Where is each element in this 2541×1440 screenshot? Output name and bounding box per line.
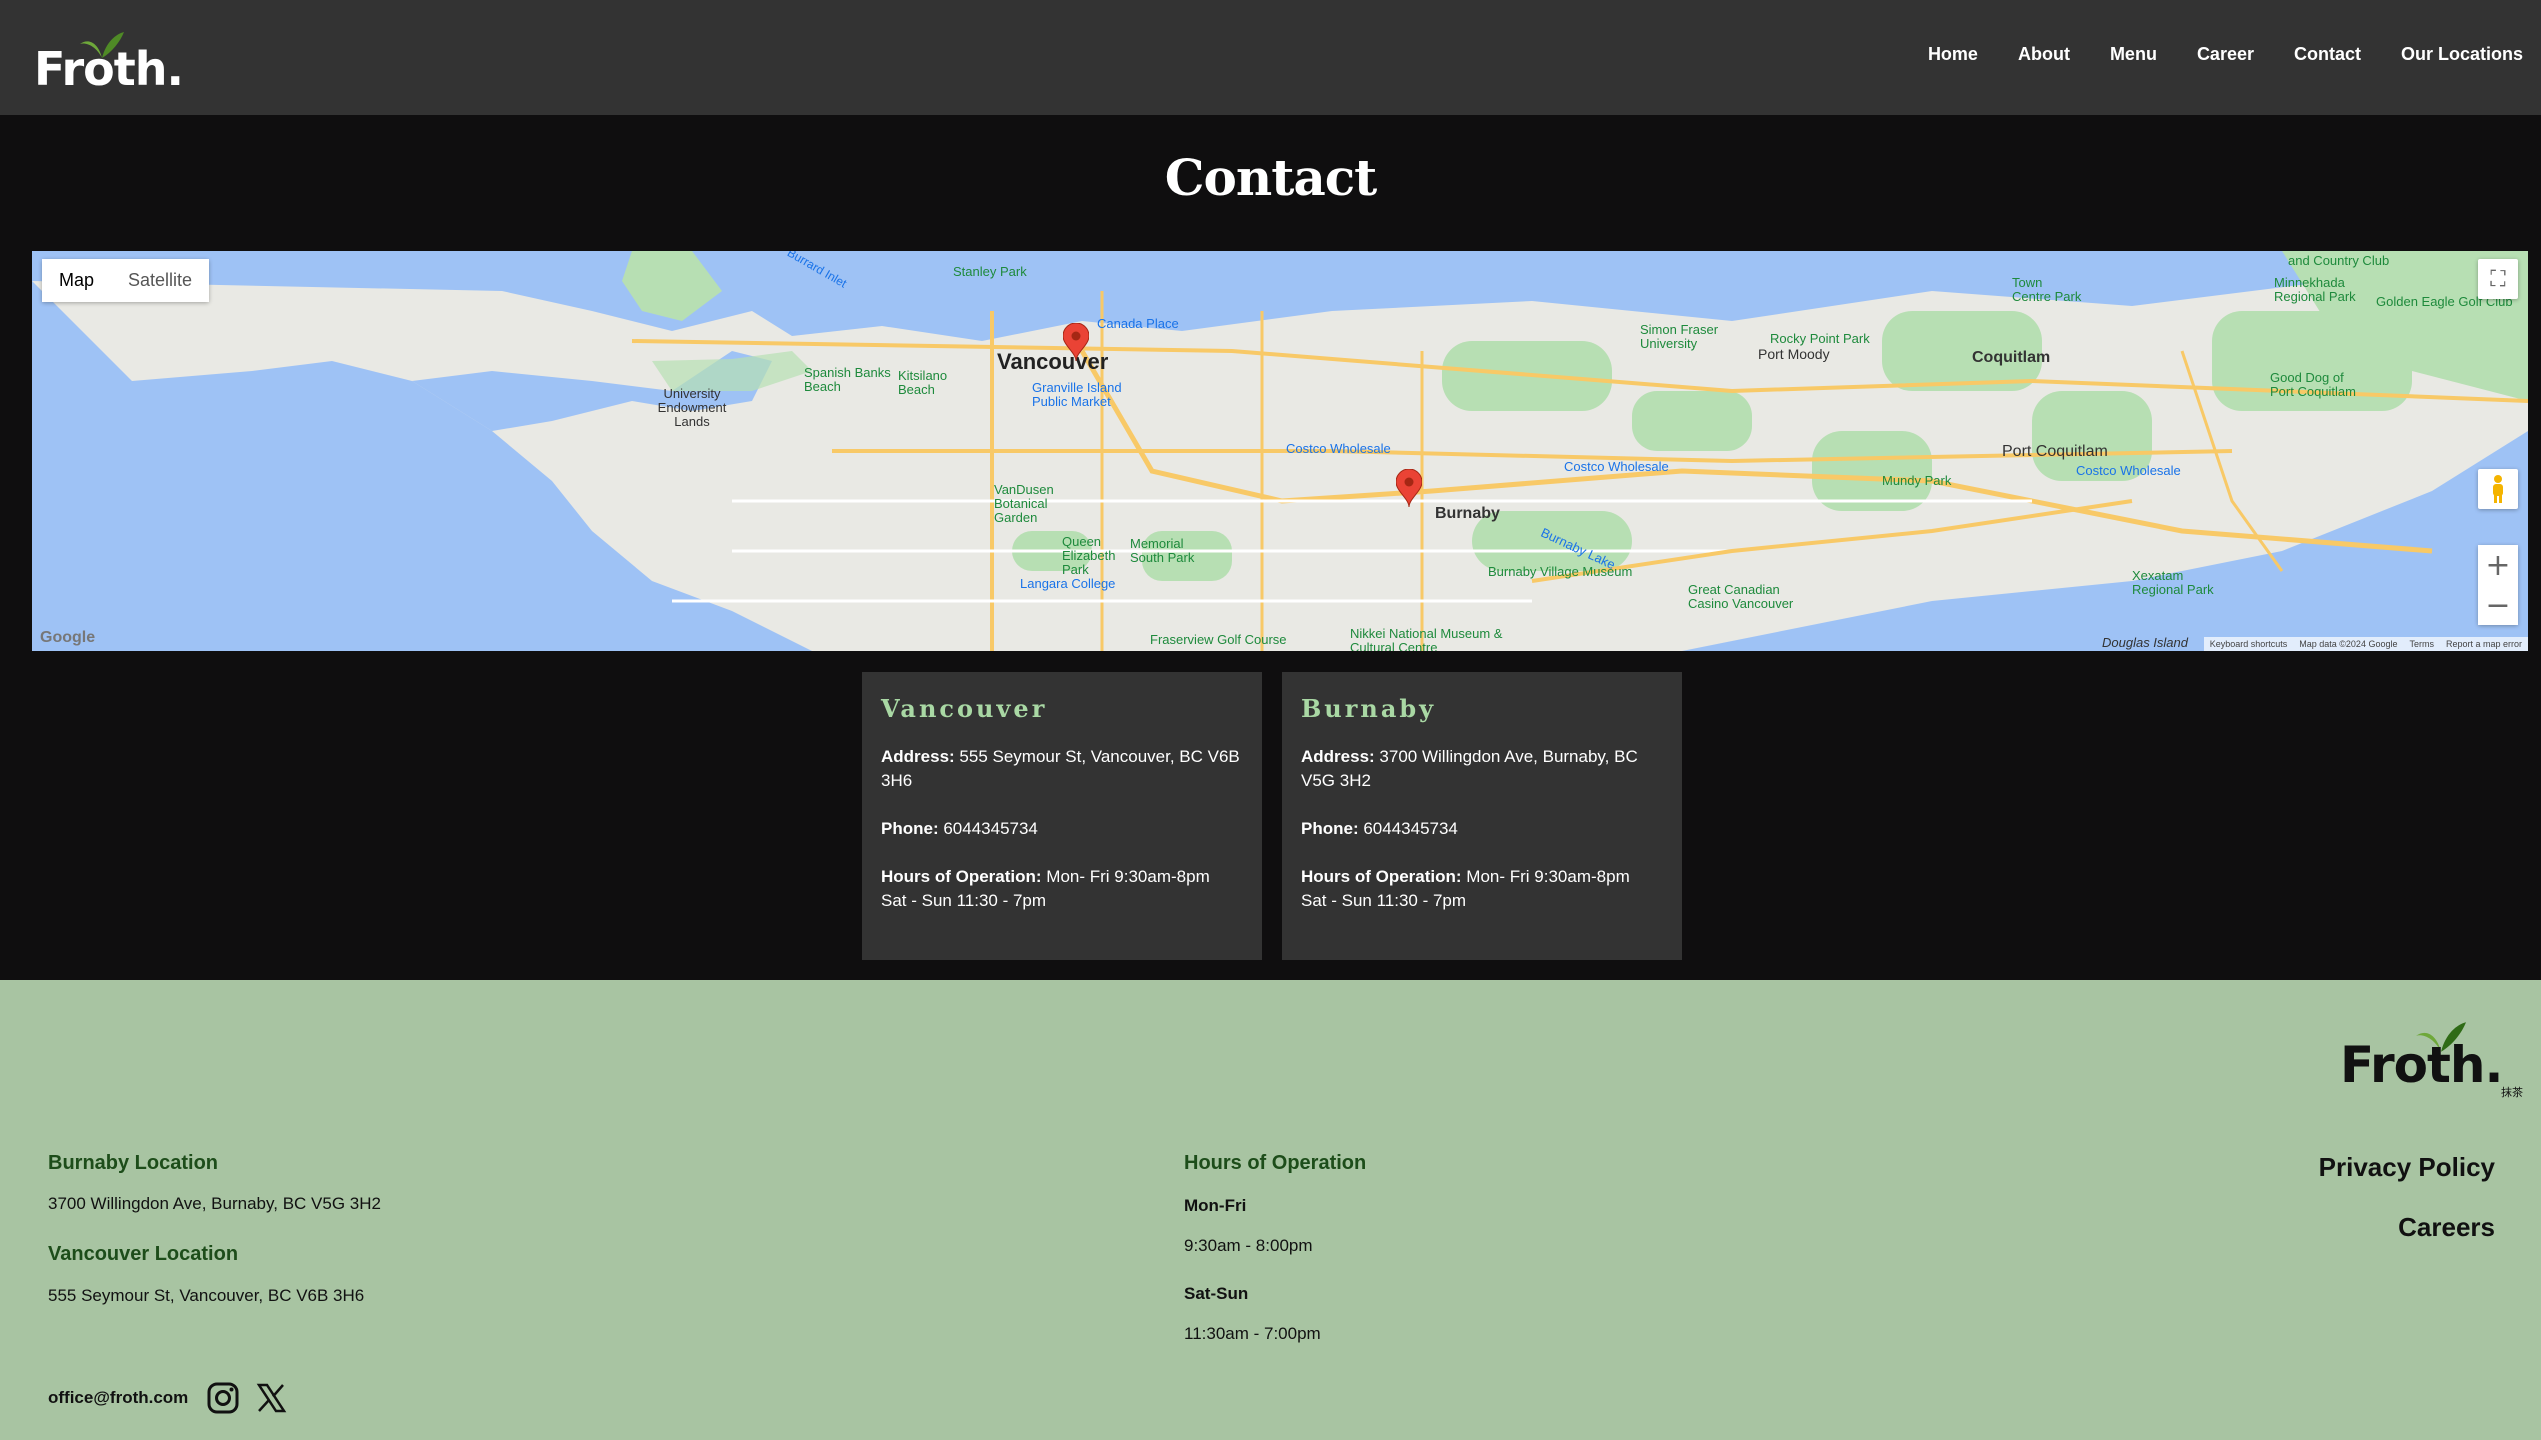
location-name: Vancouver (881, 694, 1048, 723)
pegman-icon[interactable] (2478, 469, 2518, 509)
map-label-burnaby: Burnaby (1435, 505, 1500, 522)
footer-weekend-label: Sat-Sun (1184, 1284, 1249, 1303)
brand-logo[interactable]: Froth. (34, 32, 184, 96)
footer-burnaby-heading: Burnaby Location (48, 1152, 219, 1174)
location-name: Burnaby (1301, 694, 1437, 723)
location-card-vancouver: Vancouver Address: 555 Seymour St, Vanco… (862, 672, 1262, 960)
terms-link[interactable]: Terms (2409, 639, 2434, 649)
google-map[interactable]: Map Satellite Vancouver Burnaby Coquitla… (32, 251, 2528, 651)
map-label-good-dog: Good Dog of Port Coquitlam (2270, 370, 2356, 399)
site-header: Froth. Home About Menu Career Contact Ou… (0, 0, 2541, 115)
nav-our-locations[interactable]: Our Locations (2401, 44, 2523, 65)
instagram-icon[interactable] (206, 1381, 240, 1415)
map-label-mundy-park: Mundy Park (1882, 473, 1952, 488)
map-label-town-centre: Town Centre Park (2012, 275, 2082, 304)
footer-weekend-hours: 11:30am - 7:00pm (1184, 1324, 1321, 1343)
map-label-memorial-park: Memorial South Park (1130, 536, 1195, 565)
map-label-costco-1: Costco Wholesale (1286, 441, 1391, 456)
map-pin-burnaby[interactable] (1396, 469, 1422, 507)
map-attribution: Keyboard shortcuts Map data ©2024 Google… (2203, 637, 2528, 651)
map-label-burnaby-village: Burnaby Village Museum (1488, 564, 1633, 579)
map-label-granville: Granville Island Public Market (1032, 380, 1122, 409)
map-label-stanley-park: Stanley Park (953, 264, 1027, 279)
map-pin-vancouver[interactable] (1063, 323, 1089, 361)
privacy-policy-link[interactable]: Privacy Policy (2319, 1152, 2495, 1183)
map-label-coquitlam: Coquitlam (1972, 349, 2051, 366)
map-label-canada-place: Canada Place (1097, 316, 1179, 331)
keyboard-shortcuts-link[interactable]: Keyboard shortcuts (2210, 639, 2288, 649)
map-label-nikkei: Nikkei National Museum & Cultural Centre (1350, 626, 1503, 652)
map-type-control: Map Satellite (42, 259, 210, 302)
map-label-xexatam: Xexatam Regional Park (2132, 568, 2214, 597)
x-icon[interactable] (254, 1381, 288, 1415)
zoom-control: + − (2478, 545, 2518, 625)
map-label-minnekhada: Minnekhada Regional Park (2274, 275, 2356, 304)
map-label-langara: Langara College (1020, 576, 1116, 591)
footer-hours-heading: Hours of Operation (1184, 1152, 1367, 1174)
map-label-fraserview: Fraserview Golf Course (1150, 632, 1287, 647)
map-label-rocky-point: Rocky Point Park (1770, 331, 1870, 346)
map-type-map-button[interactable]: Map (42, 259, 112, 302)
page-title: Contact (1164, 148, 1378, 207)
map-label-country-club: and Country Club (2288, 253, 2390, 268)
map-label-spanish-banks: Spanish Banks Beach (804, 365, 891, 394)
footer-weekday-label: Mon-Fri (1184, 1196, 1247, 1215)
map-label-costco-2: Costco Wholesale (1564, 459, 1669, 474)
map-label-casino: Great Canadian Casino Vancouver (1688, 582, 1794, 611)
map-label-sfu: Simon Fraser University (1640, 322, 1719, 351)
zoom-out-icon[interactable]: − (2478, 585, 2518, 625)
map-label-ubc: University Endowment Lands (657, 386, 727, 429)
zoom-in-icon[interactable]: + (2478, 545, 2518, 585)
footer-brand-name: Froth. (2340, 1036, 2503, 1094)
site-footer: Burnaby Location 3700 Willingdon Ave, Bu… (0, 980, 2541, 1440)
footer-logo[interactable]: Froth. (2340, 1022, 2503, 1102)
map-label-vandusen: VanDusen Botanical Garden (994, 482, 1054, 525)
footer-brand-tagline: 抹茶 (2501, 1087, 2523, 1099)
location-hours: Hours of Operation: Mon- Fri 9:30am-8pm S… (1301, 867, 1630, 910)
map-label-douglas-island: Douglas Island (2102, 635, 2188, 650)
map-label-golden-eagle: Golden Eagle Golf Club (2376, 294, 2513, 309)
map-data-text: Map data ©2024 Google (2299, 639, 2398, 649)
careers-link[interactable]: Careers (2398, 1212, 2495, 1243)
footer-vancouver-heading: Vancouver Location (48, 1243, 239, 1265)
footer-email[interactable]: office@froth.com (48, 1388, 188, 1408)
nav-about[interactable]: About (2018, 44, 2070, 65)
footer-burnaby-address: 3700 Willingdon Ave, Burnaby, BC V5G 3H2 (48, 1194, 381, 1213)
location-address: Address: 555 Seymour St, Vancouver, BC V… (881, 747, 1240, 790)
location-card-burnaby: Burnaby Address: 3700 Willingdon Ave, Bu… (1282, 672, 1682, 960)
location-hours: Hours of Operation: Mon- Fri 9:30am-8pm S… (881, 867, 1210, 910)
nav-contact[interactable]: Contact (2294, 44, 2361, 65)
brand-name: Froth. (34, 42, 184, 96)
main-nav: Home About Menu Career Contact Our Locat… (1888, 44, 2523, 65)
fullscreen-icon[interactable]: ⛶ (2478, 259, 2518, 299)
map-label-costco-3: Costco Wholesale (2076, 463, 2181, 478)
map-type-satellite-button[interactable]: Satellite (111, 259, 210, 302)
nav-menu[interactable]: Menu (2110, 44, 2157, 65)
location-phone: Phone: 6044345734 (1301, 819, 1458, 838)
map-label-port-coquitlam: Port Coquitlam (2002, 443, 2108, 460)
location-phone: Phone: 6044345734 (881, 819, 1038, 838)
map-label-vancouver: Vancouver (997, 349, 1109, 374)
map-label-kitsilano-beach: Kitsilano Beach (898, 368, 948, 397)
footer-vancouver-address: 555 Seymour St, Vancouver, BC V6B 3H6 (48, 1286, 365, 1305)
report-error-link[interactable]: Report a map error (2446, 639, 2522, 649)
google-logo: Google (40, 629, 96, 646)
nav-home[interactable]: Home (1928, 44, 1978, 65)
pegman-figure (2493, 475, 2503, 503)
nav-career[interactable]: Career (2197, 44, 2254, 65)
footer-weekday-hours: 9:30am - 8:00pm (1184, 1236, 1313, 1255)
location-address: Address: 3700 Willingdon Ave, Burnaby, B… (1301, 747, 1638, 790)
map-label-port-moody: Port Moody (1758, 346, 1830, 362)
